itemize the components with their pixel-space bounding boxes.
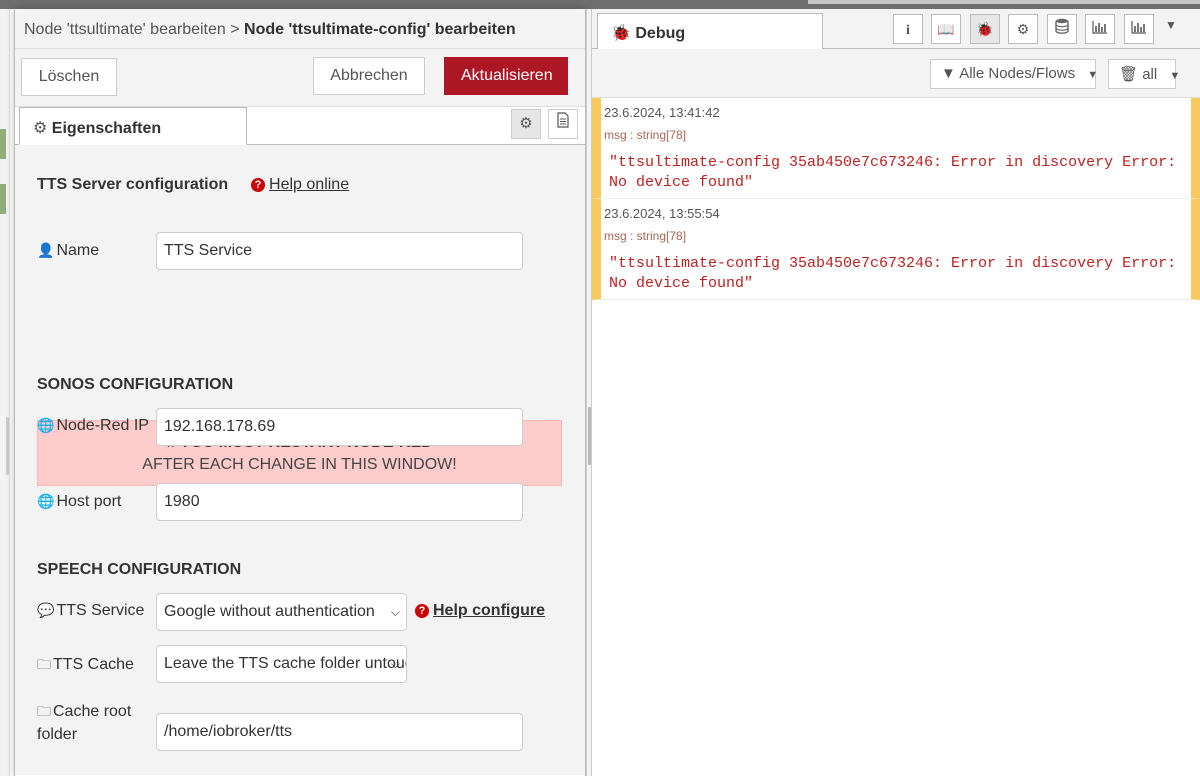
message-type[interactable]: msg : string[78] xyxy=(604,128,686,142)
message-value[interactable]: "ttsultimate-config 35ab450e7c673246: Er… xyxy=(609,153,1179,193)
message-timestamp: 23.6.2024, 13:41:42 xyxy=(604,105,720,120)
bug-icon: 🐞 xyxy=(611,25,631,42)
cache-root-label: 🗀 Cache root folder xyxy=(37,700,131,746)
message-value[interactable]: "ttsultimate-config 35ab450e7c673246: Er… xyxy=(609,254,1179,294)
chevron-down-icon[interactable]: ▼ xyxy=(1165,18,1177,32)
name-label: 👤 Name xyxy=(37,242,99,260)
help-configure-link[interactable]: Help configure xyxy=(433,602,545,619)
message-type[interactable]: msg : string[78] xyxy=(604,229,686,243)
properties-form: TTS Server configuration ? Help online 👤 N… xyxy=(15,145,585,775)
folder-icon: 🗀 xyxy=(37,656,51,672)
clear-messages-button[interactable]: 🗑 all ▼ xyxy=(1108,59,1180,89)
globe-icon: 🌐 xyxy=(37,493,55,509)
chevron-down-icon: ▼ xyxy=(1169,70,1181,82)
clear-messages-label: all xyxy=(1142,66,1158,83)
host-port-field[interactable]: 1980 xyxy=(156,483,523,521)
tab-debug-label: Debug xyxy=(635,25,686,42)
name-label-text: Name xyxy=(56,242,100,259)
server-config-title: TTS Server configuration ? Help online xyxy=(37,176,349,194)
debug-message[interactable]: 23.6.2024, 13:55:54 msg : string[78] "tt… xyxy=(592,199,1200,300)
host-port-label-text: Host port xyxy=(56,493,122,510)
info-icon[interactable]: i xyxy=(893,14,923,44)
top-strip xyxy=(0,0,1200,9)
description-icon[interactable] xyxy=(548,109,578,139)
chevron-down-icon: ⌵ xyxy=(390,657,400,671)
filter-nodes-button[interactable]: ▼ Alle Nodes/Flows ▼ xyxy=(930,59,1099,89)
user-icon: 👤 xyxy=(37,242,55,258)
breadcrumb-current: Node 'ttsultimate-config' bearbeiten xyxy=(244,21,516,38)
flow-node[interactable] xyxy=(0,184,6,214)
folder-icon: 🗀 xyxy=(37,703,51,719)
splitter-grip[interactable] xyxy=(588,407,591,465)
breadcrumb-parent[interactable]: Node 'ttsultimate' bearbeiten xyxy=(24,21,226,38)
cancel-button[interactable]: Abbrechen xyxy=(313,57,425,95)
tab-properties[interactable]: ⚙ Eigenschaften xyxy=(19,107,247,145)
tts-cache-label-text: TTS Cache xyxy=(53,656,134,673)
filter-nodes-label: Alle Nodes/Flows xyxy=(959,65,1076,82)
help-icon[interactable]: ? xyxy=(251,178,266,192)
tts-cache-value: Leave the TTS cache folder untouched xyxy=(164,655,406,672)
tray-toolbar: Löschen Abbrechen Aktualisieren xyxy=(15,49,585,107)
nodered-ip-label: 🌐 Node-Red IP xyxy=(37,417,149,435)
top-tab-hint xyxy=(808,0,1200,4)
tab-properties-label: Eigenschaften xyxy=(51,120,162,137)
breadcrumb: Node 'ttsultimate' bearbeiten > Node 'tt… xyxy=(15,9,585,49)
help-online-link[interactable]: Help online xyxy=(269,176,349,193)
globe-icon: 🌐 xyxy=(37,417,55,433)
update-button[interactable]: Aktualisieren xyxy=(444,57,568,95)
tts-service-label: 💬 TTS Service xyxy=(37,602,144,620)
help-icon[interactable]: ? xyxy=(415,604,429,618)
speech-config-title: SPEECH CONFIGURATION xyxy=(37,561,242,578)
trash-icon: 🗑 xyxy=(1119,66,1139,83)
workspace-edge[interactable] xyxy=(0,9,10,776)
nodered-ip-field[interactable]: 192.168.178.69 xyxy=(156,408,523,446)
editor-tray: Node 'ttsultimate' bearbeiten > Node 'tt… xyxy=(14,9,586,776)
host-port-label: 🌐 Host port xyxy=(37,493,121,511)
tab-debug[interactable]: 🐞 Debug xyxy=(597,13,823,50)
tts-service-value: Google without authentication xyxy=(164,603,375,620)
message-value-line2: No device found" xyxy=(609,174,754,191)
node-settings-icon[interactable]: ⚙ xyxy=(511,109,541,139)
cache-root-label-text-2: folder xyxy=(37,726,78,743)
message-value-line1: "ttsultimate-config 35ab450e7c673246: Er… xyxy=(609,154,1177,171)
bug-icon[interactable]: 🐞 xyxy=(970,14,1000,44)
debug-toolbar: ▼ Alle Nodes/Flows ▼ 🗑 all ▼ xyxy=(592,49,1200,98)
nodered-ip-label-text: Node-Red IP xyxy=(56,417,149,434)
delete-button[interactable]: Löschen xyxy=(21,58,117,96)
tts-service-label-text: TTS Service xyxy=(56,602,145,619)
workspace-scroll-handle[interactable] xyxy=(6,417,9,475)
flow-node[interactable] xyxy=(0,129,6,159)
sidebar-tabbar: 🐞 Debug i 📖 🐞 ⚙ ▼ xyxy=(592,9,1200,50)
properties-tabbar: ⚙ Eigenschaften ⚙ xyxy=(15,107,585,145)
warning-line2: AFTER EACH CHANGE IN THIS WINDOW! xyxy=(142,456,457,473)
chevron-down-icon: ⌵ xyxy=(390,605,400,619)
message-value-line2: No device found" xyxy=(609,275,754,292)
breadcrumb-separator: > xyxy=(230,21,240,38)
debug-sidebar: 🐞 Debug i 📖 🐞 ⚙ ▼ ▼ Alle Nodes/Flows ▼ 🗑… xyxy=(592,9,1200,776)
book-icon[interactable]: 📖 xyxy=(931,14,961,44)
tts-cache-label: 🗀 TTS Cache xyxy=(37,654,134,678)
name-field[interactable]: TTS Service xyxy=(156,232,523,270)
server-config-title-text: TTS Server configuration xyxy=(37,176,229,193)
gear-icon[interactable]: ⚙ xyxy=(1008,14,1038,44)
bar-chart-icon[interactable] xyxy=(1124,14,1154,44)
cache-root-field[interactable]: /home/iobroker/tts xyxy=(156,713,523,751)
filter-icon: ▼ xyxy=(941,65,956,82)
message-timestamp: 23.6.2024, 13:55:54 xyxy=(604,206,720,221)
message-value-line1: "ttsultimate-config 35ab450e7c673246: Er… xyxy=(609,255,1177,272)
help-configure: ? Help configure xyxy=(415,602,545,620)
debug-message[interactable]: 23.6.2024, 13:41:42 msg : string[78] "tt… xyxy=(592,98,1200,199)
cache-root-label-text-1: Cache root xyxy=(53,703,132,720)
sonos-config-title: SONOS CONFIGURATION xyxy=(37,376,234,393)
tts-service-select[interactable]: Google without authentication ⌵ xyxy=(156,593,407,631)
database-icon[interactable] xyxy=(1047,14,1077,44)
comments-icon: 💬 xyxy=(37,602,55,618)
gear-icon: ⚙ xyxy=(33,120,48,137)
chevron-down-icon: ▼ xyxy=(1087,69,1099,81)
tts-cache-select[interactable]: Leave the TTS cache folder untouched ⌵ xyxy=(156,645,407,683)
bar-chart-icon[interactable] xyxy=(1085,14,1115,44)
